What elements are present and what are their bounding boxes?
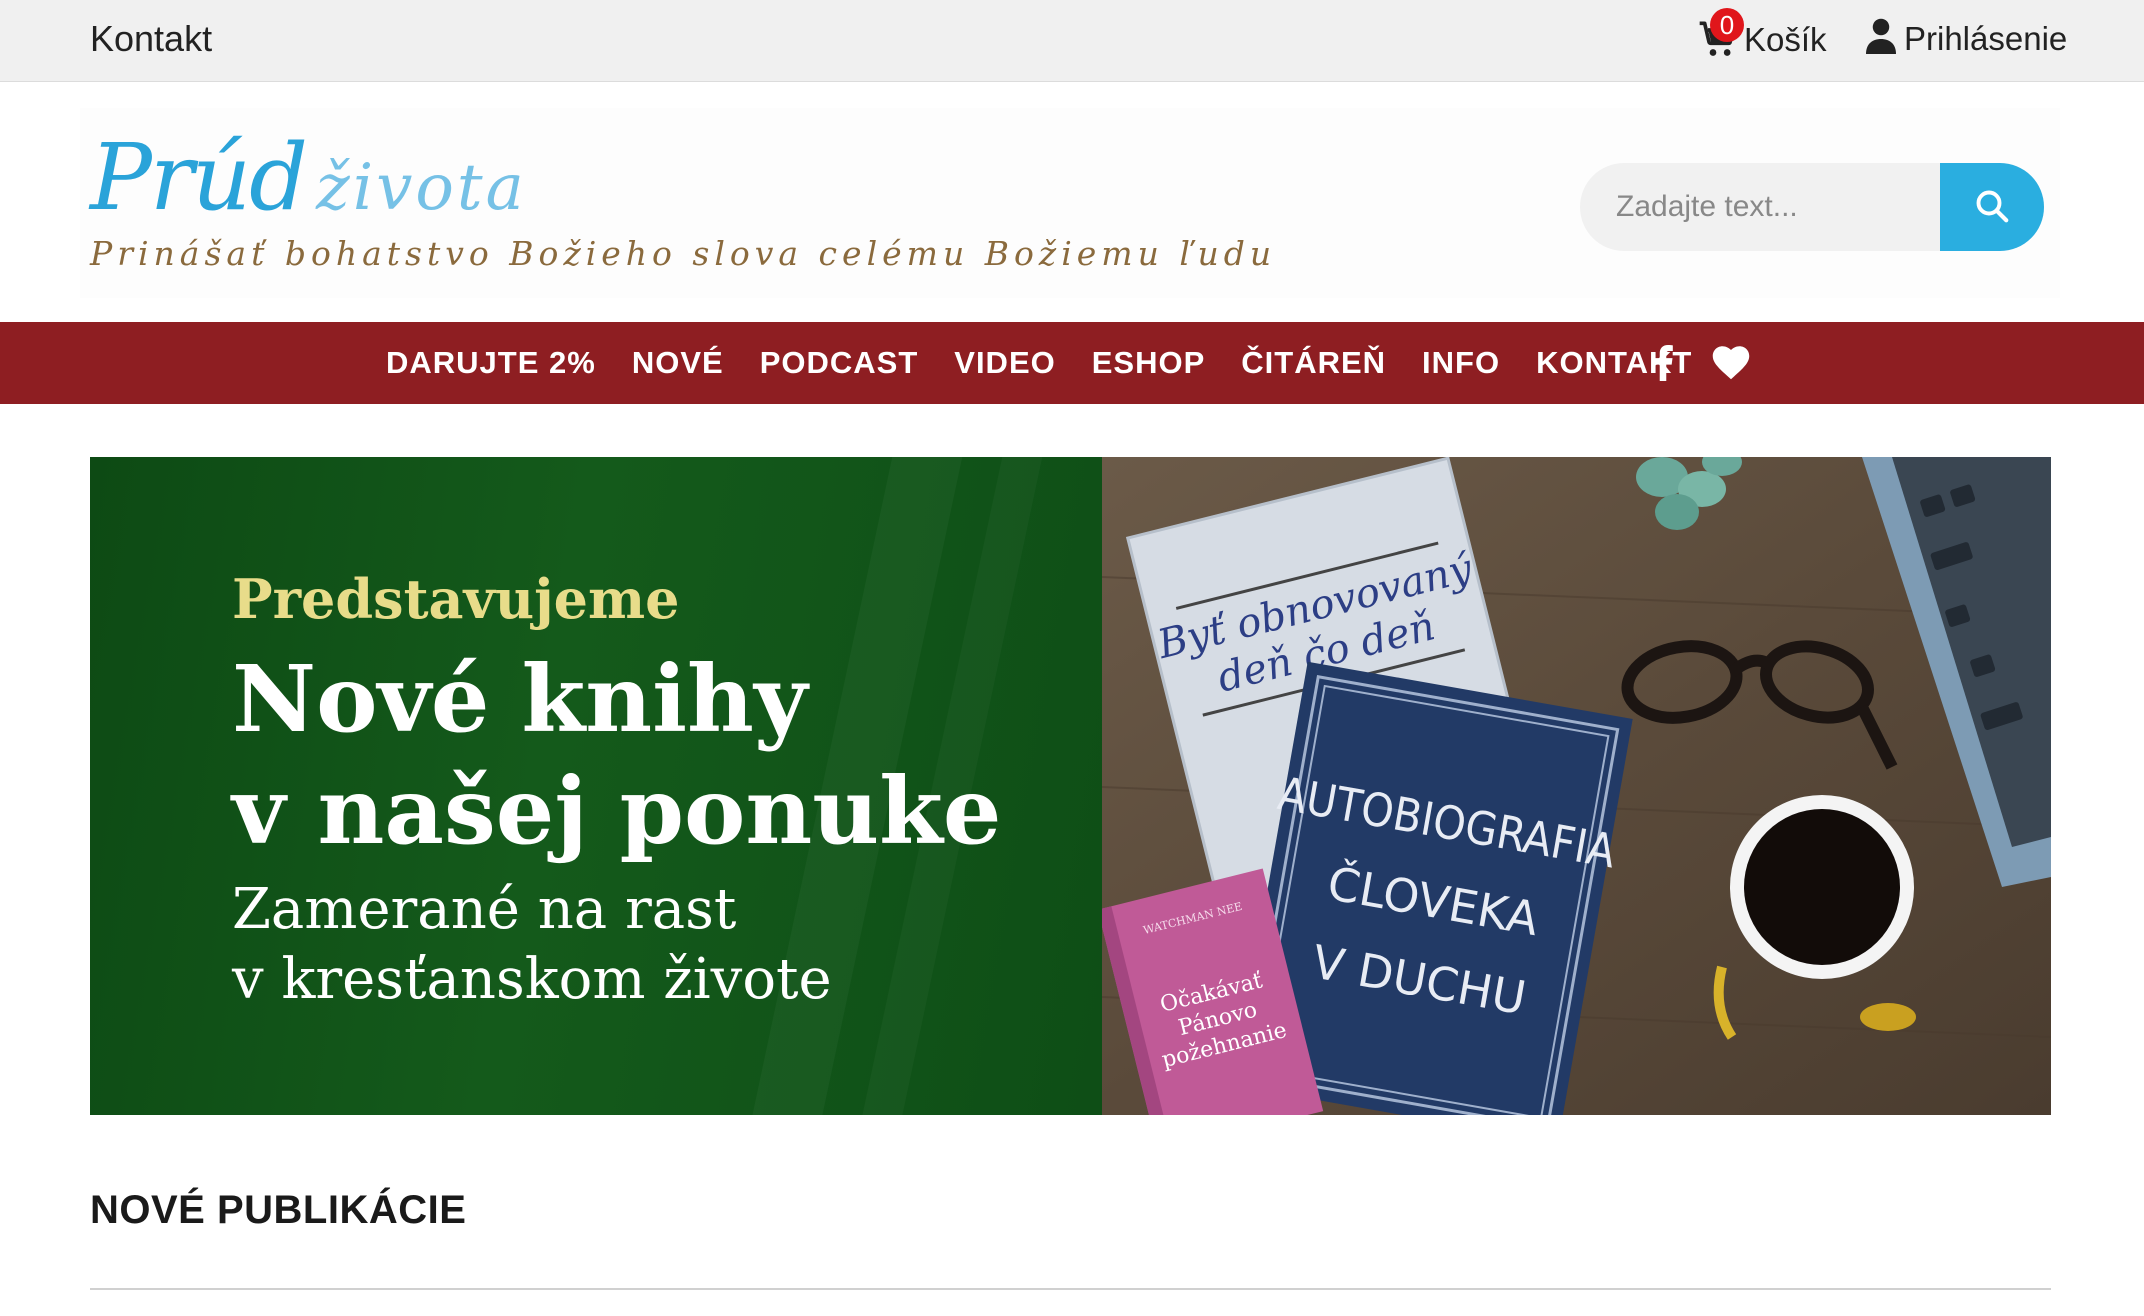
site-logo[interactable]: Prúd života Prinášať bohatstvo Božieho sl… [90,124,1271,284]
cart-label: Košík [1744,21,1827,58]
top-bar: Kontakt 0 Košík Prihlásenie [0,0,2144,82]
nav-item-podcast[interactable]: PODCAST [760,345,919,381]
login-link[interactable]: Prihlásenie [1866,18,2067,59]
nav-item-video[interactable]: VIDEO [954,345,1055,381]
logo-tagline: Prinášať bohatstvo Božieho slova celému … [90,234,1277,273]
search-bar [1580,163,2044,251]
banner-kicker: Predstavujeme [232,567,680,631]
banner-subtitle-line-2: v kresťanskom živote [232,947,832,1012]
main-nav: DARUJTE 2% NOVÉ PODCAST VIDEO ESHOP ČITÁ… [0,322,2144,404]
banner-photo: Byť obnovovaný deň čo deň AUTOBIOGRAFIA … [1097,457,2051,1115]
top-contact-link[interactable]: Kontakt [90,18,212,60]
logo-word-2: života [316,151,527,225]
banner-subtitle-line-1: Zamerané na rast [232,877,737,942]
heart-icon[interactable] [1712,346,1750,380]
section-divider [90,1288,2051,1290]
nav-item-citaren[interactable]: ČITÁREŇ [1241,345,1386,381]
cart-icon: 0 [1698,8,1744,60]
nav-item-nove[interactable]: NOVÉ [632,345,724,381]
nav-item-darujte[interactable]: DARUJTE 2% [386,345,596,381]
search-input[interactable] [1580,163,1942,251]
banner-title-line-2: v našej ponuke [232,757,1002,865]
nav-item-info[interactable]: INFO [1422,345,1500,381]
logo-word-1: Prúd [90,124,308,231]
facebook-icon[interactable] [1652,345,1674,381]
cart-link[interactable]: 0 Košík [1698,8,1827,64]
banner-title-line-1: Nové knihy [232,645,808,753]
search-icon [1974,188,2010,227]
banner-text-panel: Predstavujeme Nové knihy v našej ponuke … [90,457,1102,1115]
search-button[interactable] [1940,163,2044,251]
user-icon [1866,18,1896,59]
logo-wordmark: Prúd života [90,124,527,231]
section-title-new-publications: NOVÉ PUBLIKÁCIE [90,1188,467,1232]
login-label: Prihlásenie [1904,19,2068,57]
cart-count-badge: 0 [1710,8,1744,42]
nav-item-eshop[interactable]: ESHOP [1092,345,1206,381]
hero-banner[interactable]: Predstavujeme Nové knihy v našej ponuke … [90,457,2051,1115]
